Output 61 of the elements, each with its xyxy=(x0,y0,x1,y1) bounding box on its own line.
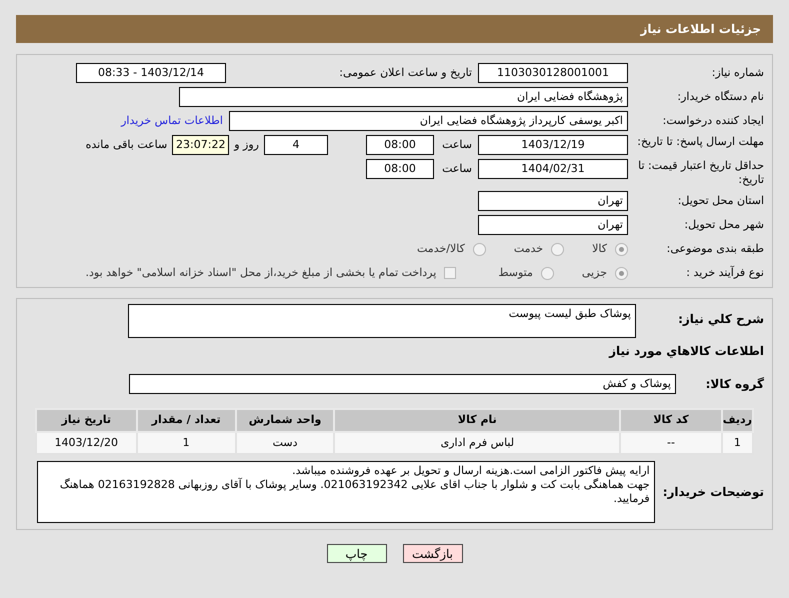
radio-label: کالا xyxy=(592,240,607,257)
radio-button[interactable] xyxy=(472,242,486,256)
text-field[interactable]: 1403/12/14 - 08:33 xyxy=(76,63,226,83)
column-header: نام کالا xyxy=(334,409,620,432)
checkbox-label: پرداخت تمام یا بخشی از مبلغ خرید،از محل "اسناد خزانه اسلامی" خواهد بود. xyxy=(86,264,436,281)
field-label: گروه کالا: xyxy=(704,377,764,391)
text-field[interactable]: پوشاک و کفش xyxy=(129,374,676,394)
table-cell: لباس فرم اداری xyxy=(334,432,620,454)
table-cell: 1 xyxy=(136,432,236,454)
radio-label: متوسط xyxy=(498,264,533,281)
contact-link[interactable]: اطلاعات تماس خریدار xyxy=(121,112,223,130)
field-label: ساعت باقی مانده xyxy=(86,137,168,153)
field-label: ساعت xyxy=(441,161,472,177)
field-label: ایجاد کننده درخواست: xyxy=(662,114,764,128)
checkbox[interactable] xyxy=(444,267,456,279)
description-textarea[interactable]: پوشاک طبق لیست پیوست xyxy=(128,304,636,338)
table-cell: 1 xyxy=(722,432,753,454)
radio-button[interactable] xyxy=(615,266,628,280)
field-label: شرح کلي نياز: xyxy=(677,311,764,326)
column-header: ردیف xyxy=(722,409,753,432)
radio-button[interactable] xyxy=(540,266,554,280)
table-cell: دست xyxy=(236,432,334,454)
field-label: طبقه بندی موضوعی: xyxy=(666,242,764,256)
radio-button[interactable] xyxy=(615,242,628,256)
field-label: توضیحات خریدار: xyxy=(662,485,764,499)
radio-button[interactable] xyxy=(551,242,564,256)
field-label: نام دستگاه خریدار: xyxy=(676,90,764,104)
text-field[interactable]: 08:00 xyxy=(366,135,434,155)
back-button[interactable]: بازگشت xyxy=(402,544,462,563)
notes-textarea[interactable]: ارایه پیش فاکتور الزامی است.هزینه ارسال و تحویل بر عهده فروشنده میباشد. جهت هماهنگی بابت کت و شلوار با جناب اقای علایی 021063192342. وسایر پوشاک با آقای روزبهانی 02163192828 هماهنگ فرمایید. xyxy=(36,461,655,523)
text-field[interactable]: 4 xyxy=(264,135,328,155)
text-field[interactable]: تهران xyxy=(478,191,628,211)
table-cell: -- xyxy=(620,432,722,454)
text-field[interactable]: اکبر یوسفی کارپرداز پژوهشگاه فضایی ایران xyxy=(229,111,628,131)
column-header: تاریخ نیاز xyxy=(36,409,137,432)
field-label: حداقل تاریخ اعتبار قیمت: تا تاریخ: xyxy=(637,159,764,187)
countdown-field[interactable]: 23:07:22 xyxy=(172,135,230,155)
text-field[interactable]: 1404/02/31 xyxy=(478,159,628,179)
radio-label: خدمت xyxy=(514,240,544,257)
column-header: تعداد / مقدار xyxy=(136,409,236,432)
field-label: شهر محل تحویل: xyxy=(683,218,764,232)
field-label: شماره نیاز: xyxy=(710,66,764,80)
text-field[interactable]: 08:00 xyxy=(366,159,434,179)
column-header: کد کالا xyxy=(620,409,722,432)
text-field[interactable]: تهران xyxy=(478,215,628,235)
page-header: جزئیات اطلاعات نیاز xyxy=(16,15,773,43)
field-label: استان محل تحویل: xyxy=(676,194,764,208)
text-field[interactable]: 1403/12/19 xyxy=(478,135,628,155)
field-label: تاریخ و ساعت اعلان عمومی: xyxy=(338,64,472,81)
table-cell: 1403/12/20 xyxy=(36,432,137,454)
field-label: ساعت xyxy=(441,137,472,153)
field-label: نوع فرآیند خرید : xyxy=(685,266,764,280)
print-button[interactable]: چاپ xyxy=(326,544,386,563)
field-label: روز و xyxy=(234,137,259,153)
section-heading: اطلاعات کالاهاي مورد نياز xyxy=(608,343,764,360)
column-header: واحد شمارش xyxy=(236,409,334,432)
radio-label: کالا/خدمت xyxy=(417,240,465,257)
text-field[interactable]: 1103030128001001 xyxy=(478,63,628,83)
text-field[interactable]: پژوهشگاه فضایی ایران xyxy=(179,87,628,107)
field-label: مهلت ارسال پاسخ: تا تاریخ: xyxy=(636,135,764,149)
radio-label: جزیی xyxy=(582,264,607,281)
